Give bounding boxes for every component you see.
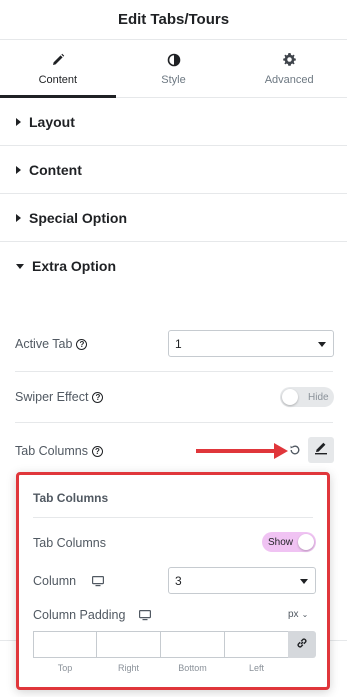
swiper-effect-label-wrap: Swiper Effect ?: [15, 390, 104, 404]
padding-right-label: Right: [117, 663, 139, 673]
tab-content-label: Content: [38, 73, 78, 86]
divider: [15, 371, 333, 372]
padding-right-input[interactable]: [96, 631, 161, 658]
desktop-icon[interactable]: [92, 575, 105, 587]
popover-tab-columns-row: Tab Columns: [33, 533, 106, 553]
padding-left-label: Left: [248, 663, 264, 673]
caret-down-icon: [16, 263, 24, 269]
chevron-down-icon: [318, 342, 326, 347]
help-icon[interactable]: ?: [91, 445, 103, 457]
tab-columns-toggle-text: Show: [268, 536, 294, 548]
popover-tab-columns-label: Tab Columns: [33, 536, 106, 550]
section-special-option-label: Special Option: [29, 209, 128, 226]
active-tab-indicator: [0, 95, 116, 98]
chevron-down-icon: ⌄: [301, 610, 309, 619]
toggle-knob: [298, 534, 314, 550]
active-tab-label-wrap: Active Tab ?: [15, 337, 88, 351]
padding-top-input[interactable]: [33, 631, 97, 658]
desktop-icon[interactable]: [139, 609, 152, 621]
panel-title: Edit Tabs/Tours: [117, 11, 230, 28]
section-content-label: Content: [29, 161, 82, 178]
half-circle-icon: [166, 52, 182, 68]
caret-right-icon: [16, 165, 21, 174]
section-special-option[interactable]: Special Option: [0, 194, 347, 242]
caret-right-icon: [16, 213, 21, 222]
tab-columns-label-wrap: Tab Columns ?: [15, 444, 103, 458]
column-padding-row: Column Padding: [33, 605, 152, 625]
annotation-arrow: [196, 449, 276, 453]
edit-popover-button[interactable]: [308, 437, 334, 463]
swiper-effect-label: Swiper Effect: [15, 390, 89, 404]
link-values-button[interactable]: [288, 631, 316, 658]
unit-selector[interactable]: px ⌄: [288, 609, 308, 620]
annotation-arrow-head: [274, 443, 288, 459]
unit-value: px: [288, 609, 299, 620]
caret-right-icon: [16, 117, 21, 126]
section-content[interactable]: Content: [0, 146, 347, 194]
swiper-effect-toggle-text: Hide: [308, 391, 329, 403]
padding-top-label: Top: [57, 663, 73, 673]
link-icon: [296, 636, 308, 654]
active-tab-select[interactable]: 1: [168, 330, 334, 357]
tab-style[interactable]: Style: [116, 40, 232, 97]
popover-divider: [33, 517, 313, 518]
pencil-icon: [314, 441, 328, 460]
tab-columns-label: Tab Columns: [15, 444, 88, 458]
section-layout-label: Layout: [29, 113, 75, 130]
active-tab-label: Active Tab: [15, 337, 73, 351]
tab-content[interactable]: Content: [0, 40, 116, 97]
tab-advanced-label: Advanced: [264, 73, 314, 86]
divider: [15, 422, 333, 423]
tab-columns-toggle[interactable]: Show: [262, 532, 316, 552]
pencil-icon: [50, 52, 66, 68]
column-select[interactable]: 3: [168, 567, 316, 594]
column-row: Column: [33, 571, 105, 591]
padding-bottom-input[interactable]: [160, 631, 225, 658]
section-extra-option-label: Extra Option: [32, 258, 117, 274]
popover-title: Tab Columns: [33, 491, 109, 505]
padding-bottom-label: Bottom: [178, 663, 207, 673]
padding-left-input[interactable]: [224, 631, 289, 658]
active-tab-value: 1: [175, 336, 182, 351]
swiper-effect-toggle[interactable]: Hide: [280, 387, 334, 407]
tab-advanced[interactable]: Advanced: [231, 40, 347, 97]
panel-header: Edit Tabs/Tours: [0, 0, 347, 40]
toggle-knob: [282, 389, 298, 405]
help-icon[interactable]: ?: [92, 391, 104, 403]
column-padding-label: Column Padding: [33, 608, 126, 622]
reset-icon[interactable]: [288, 443, 302, 457]
chevron-down-icon: [300, 579, 308, 584]
section-extra-option[interactable]: Extra Option: [0, 242, 347, 290]
gear-icon: [281, 52, 297, 68]
panel-tabs: Content Style Advanced: [0, 40, 347, 98]
help-icon[interactable]: ?: [76, 338, 88, 350]
tab-style-label: Style: [161, 73, 186, 86]
section-layout[interactable]: Layout: [0, 98, 347, 146]
column-value: 3: [175, 573, 182, 588]
column-label: Column: [33, 574, 77, 588]
